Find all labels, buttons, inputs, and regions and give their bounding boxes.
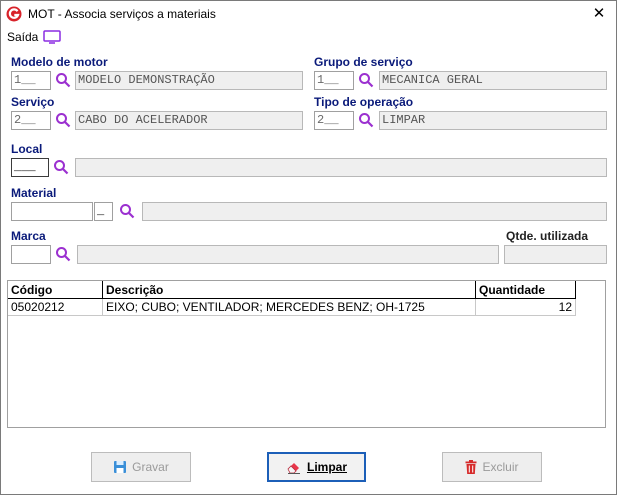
local-search-icon[interactable] — [53, 159, 69, 175]
materials-grid[interactable]: Código Descrição Quantidade 05020212 EIX… — [7, 280, 606, 428]
material-search-icon[interactable] — [119, 203, 135, 219]
marca-desc-field — [77, 245, 499, 264]
excluir-button[interactable]: Excluir — [442, 452, 542, 482]
servico-desc-field: CABO DO ACELERADOR — [75, 111, 303, 130]
save-icon — [114, 461, 127, 473]
marca-search-icon[interactable] — [55, 246, 71, 262]
col-quantidade-header[interactable]: Quantidade — [475, 281, 576, 299]
gravar-button[interactable]: Gravar — [91, 452, 191, 482]
app-logo-icon — [6, 6, 22, 22]
cell-codigo[interactable]: 05020212 — [8, 298, 103, 316]
tipo-desc-field: LIMPAR — [379, 111, 607, 130]
excluir-label: Excluir — [482, 460, 519, 474]
marca-label: Marca — [11, 229, 46, 243]
material-code-input[interactable] — [11, 202, 93, 221]
window-title: MOT - Associa serviços a materiais — [28, 7, 216, 21]
grupo-search-icon[interactable] — [358, 72, 374, 88]
title-bar: MOT - Associa serviços a materiais ✕ — [1, 1, 616, 27]
monitor-icon[interactable] — [43, 30, 62, 44]
marca-code-input[interactable] — [11, 245, 51, 264]
table-row[interactable]: 05020212 EIXO; CUBO; VENTILADOR; MERCEDE… — [8, 298, 576, 316]
grupo-label: Grupo de serviço — [314, 55, 413, 69]
servico-code-input[interactable]: 2__ — [11, 111, 51, 130]
local-desc-field — [75, 158, 607, 177]
eraser-icon — [287, 463, 300, 474]
grupo-code-input[interactable]: 1__ — [314, 71, 354, 90]
tipo-search-icon[interactable] — [358, 112, 374, 128]
close-icon: ✕ — [592, 5, 606, 22]
modelo-code-input[interactable]: 1__ — [11, 71, 51, 90]
cell-descricao[interactable]: EIXO; CUBO; VENTILADOR; MERCEDES BENZ; O… — [102, 298, 476, 316]
servico-label: Serviço — [11, 95, 55, 109]
local-code-input[interactable]: ___ — [11, 158, 49, 177]
col-descricao-header[interactable]: Descrição — [102, 281, 476, 299]
limpar-button[interactable]: Limpar — [267, 452, 366, 482]
modelo-search-icon[interactable] — [55, 72, 71, 88]
close-button[interactable]: ✕ — [582, 1, 616, 27]
main-window: MOT - Associa serviços a materiais ✕ Saí… — [0, 0, 617, 495]
menu-bar: Saída — [7, 29, 62, 45]
modelo-desc-field: MODELO DEMONSTRAÇÃO — [75, 71, 303, 90]
qtde-field — [504, 245, 607, 264]
qtde-label: Qtde. utilizada — [506, 229, 589, 243]
material-desc-field — [142, 202, 607, 221]
materials-table: Código Descrição Quantidade 05020212 EIX… — [8, 281, 576, 316]
material-label: Material — [11, 186, 57, 200]
local-label: Local — [11, 142, 43, 156]
gravar-label: Gravar — [132, 460, 169, 474]
modelo-label: Modelo de motor — [11, 55, 108, 69]
limpar-label: Limpar — [306, 460, 347, 474]
tipo-label: Tipo de operação — [314, 95, 414, 109]
tipo-code-input[interactable]: 2__ — [314, 111, 354, 130]
table-header-row: Código Descrição Quantidade — [8, 281, 576, 299]
cell-quantidade[interactable]: 12 — [475, 298, 576, 316]
menu-saida[interactable]: Saída — [7, 30, 38, 44]
servico-search-icon[interactable] — [55, 112, 71, 128]
trash-icon — [465, 460, 477, 474]
col-codigo-header[interactable]: Código — [8, 281, 103, 299]
material-suffix-input[interactable]: _ — [94, 202, 113, 221]
grupo-desc-field: MECANICA GERAL — [379, 71, 607, 90]
